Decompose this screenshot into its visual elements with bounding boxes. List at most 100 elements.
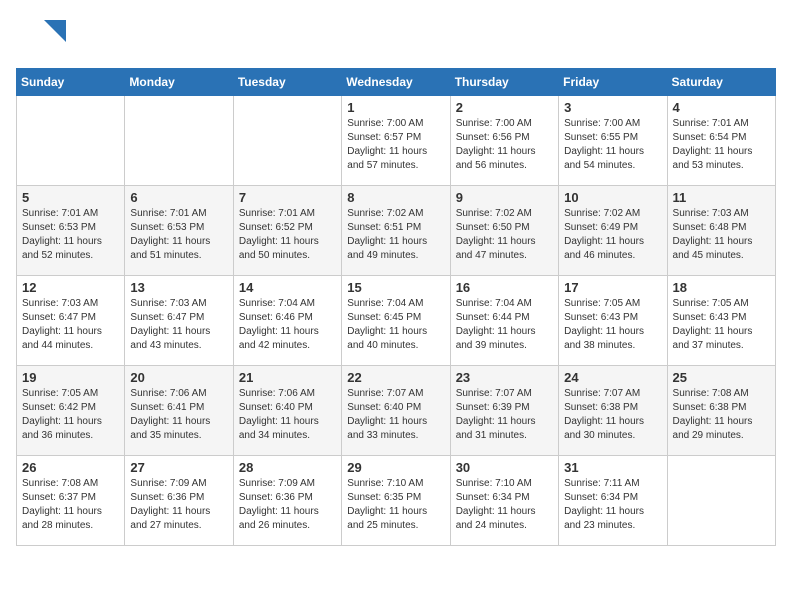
day-number: 23 [456, 370, 553, 385]
calendar-cell: 27 Sunrise: 7:09 AM Sunset: 6:36 PM Dayli… [125, 456, 233, 546]
header-tuesday: Tuesday [233, 69, 341, 96]
calendar-cell: 29 Sunrise: 7:10 AM Sunset: 6:35 PM Dayli… [342, 456, 450, 546]
calendar-cell: 1Sunrise: 7:00 AM Sunset: 6:57 PM Daylig… [342, 96, 450, 186]
day-number: 3 [564, 100, 661, 115]
day-info: Sunrise: 7:00 AM Sunset: 6:55 PM Dayligh… [564, 117, 661, 173]
header-friday: Friday [559, 69, 667, 96]
day-number: 21 [239, 370, 336, 385]
day-info: Sunrise: 7:11 AM Sunset: 6:34 PM Dayligh… [564, 477, 661, 533]
day-info: Sunrise: 7:03 AM Sunset: 6:47 PM Dayligh… [22, 297, 119, 353]
day-number: 5 [22, 190, 119, 205]
day-number: 1 [347, 100, 444, 115]
day-info: Sunrise: 7:09 AM Sunset: 6:36 PM Dayligh… [130, 477, 227, 533]
calendar-cell: 15 Sunrise: 7:04 AM Sunset: 6:45 PM Dayli… [342, 276, 450, 366]
calendar-week-2: 5 Sunrise: 7:01 AM Sunset: 6:53 PM Daylig… [17, 186, 776, 276]
calendar-cell: 6 Sunrise: 7:01 AM Sunset: 6:53 PM Daylig… [125, 186, 233, 276]
day-number: 22 [347, 370, 444, 385]
calendar-cell: 7 Sunrise: 7:01 AM Sunset: 6:52 PM Daylig… [233, 186, 341, 276]
calendar-week-4: 19 Sunrise: 7:05 AM Sunset: 6:42 PM Dayli… [17, 366, 776, 456]
calendar-cell: 4Sunrise: 7:01 AM Sunset: 6:54 PM Daylig… [667, 96, 775, 186]
calendar-cell: 24 Sunrise: 7:07 AM Sunset: 6:38 PM Dayli… [559, 366, 667, 456]
day-info: Sunrise: 7:01 AM Sunset: 6:53 PM Dayligh… [130, 207, 227, 263]
day-number: 30 [456, 460, 553, 475]
header-saturday: Saturday [667, 69, 775, 96]
calendar-cell: 20 Sunrise: 7:06 AM Sunset: 6:41 PM Dayli… [125, 366, 233, 456]
day-number: 14 [239, 280, 336, 295]
calendar-cell: 23 Sunrise: 7:07 AM Sunset: 6:39 PM Dayli… [450, 366, 558, 456]
day-number: 8 [347, 190, 444, 205]
day-info: Sunrise: 7:10 AM Sunset: 6:35 PM Dayligh… [347, 477, 444, 533]
day-number: 15 [347, 280, 444, 295]
day-info: Sunrise: 7:02 AM Sunset: 6:51 PM Dayligh… [347, 207, 444, 263]
calendar-cell [17, 96, 125, 186]
day-info: Sunrise: 7:07 AM Sunset: 6:40 PM Dayligh… [347, 387, 444, 443]
calendar-cell: 17Sunrise: 7:05 AM Sunset: 6:43 PM Dayli… [559, 276, 667, 366]
calendar-cell: 10 Sunrise: 7:02 AM Sunset: 6:49 PM Dayli… [559, 186, 667, 276]
day-info: Sunrise: 7:04 AM Sunset: 6:45 PM Dayligh… [347, 297, 444, 353]
day-info: Sunrise: 7:05 AM Sunset: 6:42 PM Dayligh… [22, 387, 119, 443]
day-info: Sunrise: 7:06 AM Sunset: 6:41 PM Dayligh… [130, 387, 227, 443]
calendar-cell [667, 456, 775, 546]
calendar-week-3: 12 Sunrise: 7:03 AM Sunset: 6:47 PM Dayli… [17, 276, 776, 366]
calendar-week-1: 1Sunrise: 7:00 AM Sunset: 6:57 PM Daylig… [17, 96, 776, 186]
day-info: Sunrise: 7:04 AM Sunset: 6:46 PM Dayligh… [239, 297, 336, 353]
day-number: 28 [239, 460, 336, 475]
calendar-cell: 8 Sunrise: 7:02 AM Sunset: 6:51 PM Daylig… [342, 186, 450, 276]
calendar-cell: 5Sunrise: 7:01 AM Sunset: 6:53 PM Daylig… [17, 186, 125, 276]
day-number: 26 [22, 460, 119, 475]
day-number: 18 [673, 280, 770, 295]
calendar-cell: 9 Sunrise: 7:02 AM Sunset: 6:50 PM Daylig… [450, 186, 558, 276]
day-info: Sunrise: 7:07 AM Sunset: 6:39 PM Dayligh… [456, 387, 553, 443]
day-info: Sunrise: 7:03 AM Sunset: 6:47 PM Dayligh… [130, 297, 227, 353]
calendar-cell: 30 Sunrise: 7:10 AM Sunset: 6:34 PM Dayli… [450, 456, 558, 546]
day-info: Sunrise: 7:01 AM Sunset: 6:52 PM Dayligh… [239, 207, 336, 263]
day-info: Sunrise: 7:08 AM Sunset: 6:38 PM Dayligh… [673, 387, 770, 443]
calendar-cell: 28Sunrise: 7:09 AM Sunset: 6:36 PM Dayli… [233, 456, 341, 546]
calendar-cell: 2Sunrise: 7:00 AM Sunset: 6:56 PM Daylig… [450, 96, 558, 186]
header-wednesday: Wednesday [342, 69, 450, 96]
day-number: 16 [456, 280, 553, 295]
day-info: Sunrise: 7:10 AM Sunset: 6:34 PM Dayligh… [456, 477, 553, 533]
day-info: Sunrise: 7:00 AM Sunset: 6:56 PM Dayligh… [456, 117, 553, 173]
day-number: 12 [22, 280, 119, 295]
day-info: Sunrise: 7:06 AM Sunset: 6:40 PM Dayligh… [239, 387, 336, 443]
calendar-cell: 26 Sunrise: 7:08 AM Sunset: 6:37 PM Dayli… [17, 456, 125, 546]
day-number: 25 [673, 370, 770, 385]
header-sunday: Sunday [17, 69, 125, 96]
day-number: 24 [564, 370, 661, 385]
page-header [16, 16, 776, 56]
day-info: Sunrise: 7:02 AM Sunset: 6:49 PM Dayligh… [564, 207, 661, 263]
calendar-cell [125, 96, 233, 186]
day-info: Sunrise: 7:05 AM Sunset: 6:43 PM Dayligh… [673, 297, 770, 353]
calendar-cell: 11Sunrise: 7:03 AM Sunset: 6:48 PM Dayli… [667, 186, 775, 276]
day-number: 10 [564, 190, 661, 205]
day-number: 27 [130, 460, 227, 475]
day-number: 20 [130, 370, 227, 385]
day-info: Sunrise: 7:04 AM Sunset: 6:44 PM Dayligh… [456, 297, 553, 353]
calendar-cell: 25 Sunrise: 7:08 AM Sunset: 6:38 PM Dayli… [667, 366, 775, 456]
day-number: 11 [673, 190, 770, 205]
day-number: 31 [564, 460, 661, 475]
day-number: 19 [22, 370, 119, 385]
day-number: 7 [239, 190, 336, 205]
day-info: Sunrise: 7:02 AM Sunset: 6:50 PM Dayligh… [456, 207, 553, 263]
day-number: 6 [130, 190, 227, 205]
day-number: 9 [456, 190, 553, 205]
day-number: 29 [347, 460, 444, 475]
calendar-cell: 16 Sunrise: 7:04 AM Sunset: 6:44 PM Dayli… [450, 276, 558, 366]
calendar-cell [233, 96, 341, 186]
day-info: Sunrise: 7:07 AM Sunset: 6:38 PM Dayligh… [564, 387, 661, 443]
day-number: 4 [673, 100, 770, 115]
calendar-cell: 18 Sunrise: 7:05 AM Sunset: 6:43 PM Dayli… [667, 276, 775, 366]
calendar-week-5: 26 Sunrise: 7:08 AM Sunset: 6:37 PM Dayli… [17, 456, 776, 546]
header-monday: Monday [125, 69, 233, 96]
day-info: Sunrise: 7:05 AM Sunset: 6:43 PM Dayligh… [564, 297, 661, 353]
calendar-table: SundayMondayTuesdayWednesdayThursdayFrid… [16, 68, 776, 546]
day-info: Sunrise: 7:08 AM Sunset: 6:37 PM Dayligh… [22, 477, 119, 533]
calendar-cell: 3 Sunrise: 7:00 AM Sunset: 6:55 PM Daylig… [559, 96, 667, 186]
calendar-cell: 22 Sunrise: 7:07 AM Sunset: 6:40 PM Dayli… [342, 366, 450, 456]
calendar-cell: 21 Sunrise: 7:06 AM Sunset: 6:40 PM Dayli… [233, 366, 341, 456]
logo-icon [16, 16, 66, 56]
day-number: 13 [130, 280, 227, 295]
calendar-cell: 14 Sunrise: 7:04 AM Sunset: 6:46 PM Dayli… [233, 276, 341, 366]
